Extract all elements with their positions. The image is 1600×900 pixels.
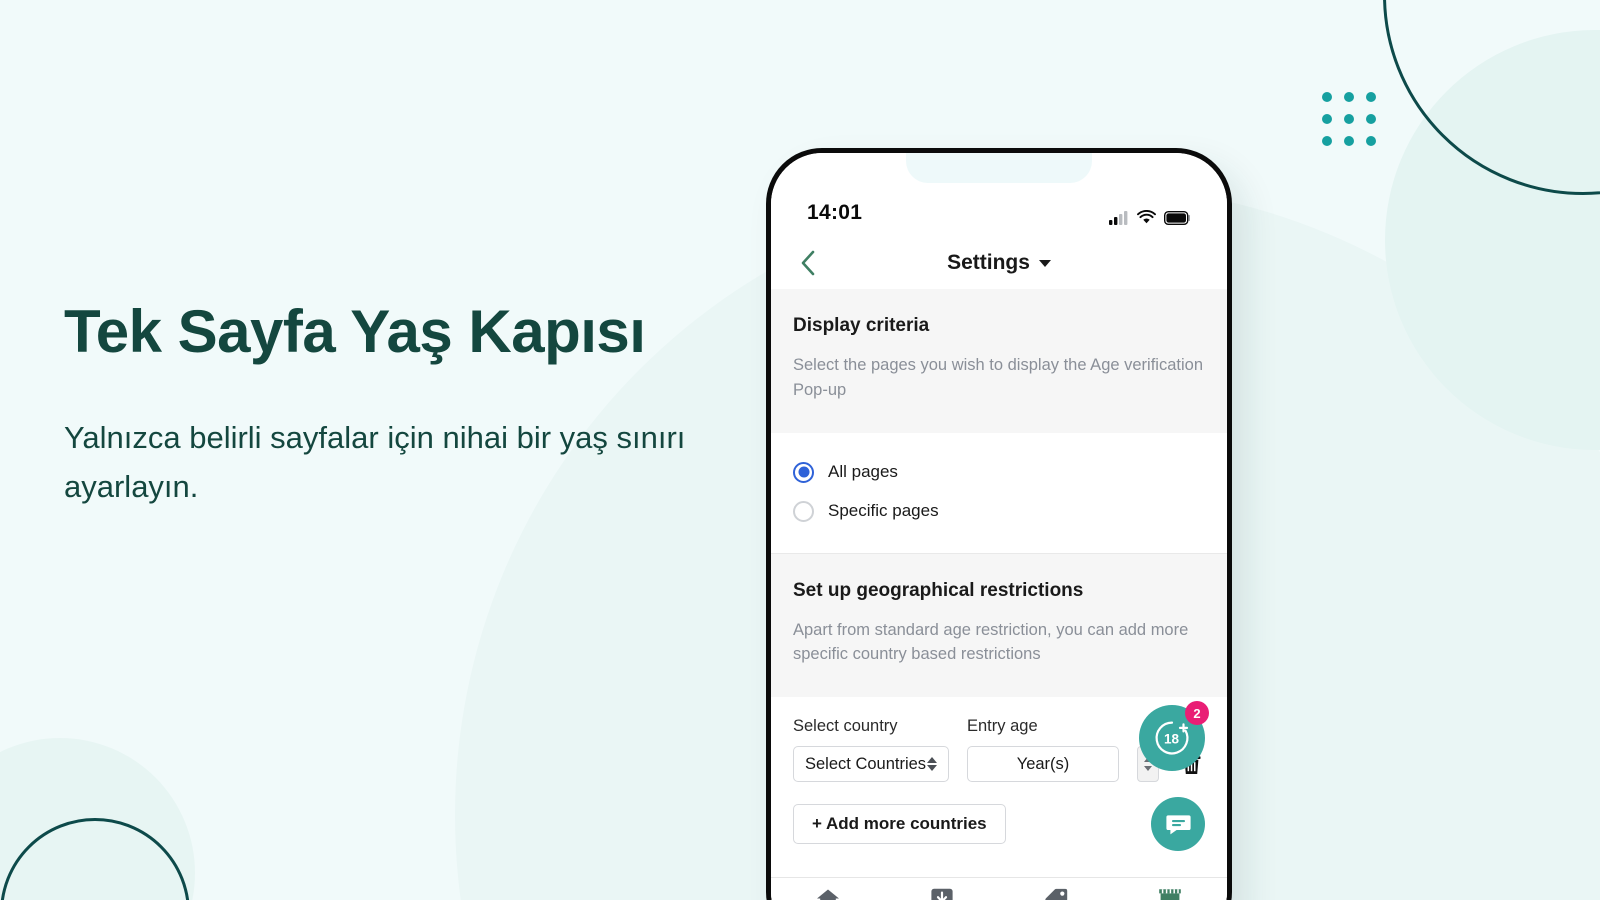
home-icon bbox=[817, 889, 839, 900]
display-criteria-section: Display criteria Select the pages you wi… bbox=[771, 289, 1227, 433]
country-select[interactable]: Select Countries bbox=[793, 746, 949, 782]
grid-dot-icon bbox=[1366, 114, 1376, 124]
geo-restrictions-title: Set up geographical restrictions bbox=[793, 579, 1084, 601]
select-country-label: Select country bbox=[793, 717, 898, 735]
storefront-icon bbox=[1159, 889, 1181, 900]
entry-age-field: Entry age Year(s) bbox=[967, 717, 1119, 782]
display-criteria-radio-group: All pages Specific pages bbox=[771, 432, 1227, 553]
select-updown-icon bbox=[927, 757, 937, 771]
add-more-countries-button[interactable]: + Add more countries bbox=[793, 804, 1006, 844]
grid-dot-icon bbox=[1322, 114, 1332, 124]
nav-item-home[interactable]: Home bbox=[771, 887, 885, 900]
radio-label-specific-pages: Specific pages bbox=[828, 501, 939, 520]
hero-subtitle: Yalnızca belirli sayfalar için nihai bir… bbox=[64, 420, 686, 505]
status-bar-time: 14:01 bbox=[807, 201, 863, 224]
grid-dot-icon bbox=[1322, 92, 1332, 102]
geo-restrictions-description: Apart from standard age restriction, you… bbox=[793, 620, 1189, 664]
select-country-field: Select country Select Countries bbox=[793, 717, 949, 782]
bottom-left-outline-circle-decoration bbox=[0, 818, 190, 900]
radio-button-unselected-icon[interactable] bbox=[793, 500, 814, 522]
radio-option-specific-pages[interactable]: Specific pages bbox=[793, 492, 1205, 531]
svg-text:18: 18 bbox=[1164, 732, 1180, 747]
top-right-outline-circle-decoration bbox=[1383, 0, 1600, 195]
nav-item-products[interactable]: Products bbox=[999, 887, 1113, 900]
top-right-filled-circle-decoration bbox=[1385, 30, 1600, 450]
app-header: Settings bbox=[771, 237, 1227, 289]
chat-bubble-icon bbox=[1165, 814, 1191, 834]
grid-dot-icon bbox=[1344, 92, 1354, 102]
chevron-left-icon bbox=[801, 250, 815, 276]
entry-age-label: Entry age bbox=[967, 717, 1038, 735]
nav-item-orders[interactable]: Orders bbox=[885, 887, 999, 900]
page-title: Settings bbox=[947, 251, 1030, 274]
geo-restrictions-section: Set up geographical restrictions Apart f… bbox=[771, 553, 1227, 697]
grid-dot-icon bbox=[1322, 136, 1332, 146]
caret-down-icon bbox=[927, 765, 937, 771]
caret-up-icon bbox=[927, 757, 937, 763]
display-criteria-title: Display criteria bbox=[793, 315, 930, 336]
tag-icon bbox=[1045, 888, 1068, 900]
inbox-download-icon bbox=[931, 888, 953, 900]
nav-item-store[interactable]: Store bbox=[1113, 887, 1227, 900]
status-bar-icons bbox=[1109, 210, 1191, 225]
bottom-left-filled-circle-decoration bbox=[0, 738, 195, 900]
caret-down-icon[interactable] bbox=[1038, 259, 1051, 267]
bottom-navigation: Home Orders Products bbox=[771, 877, 1227, 900]
age-verification-fab[interactable]: 18 2 bbox=[1139, 701, 1209, 771]
phone-mockup: 14:01 Settings Display criteria Select t… bbox=[766, 148, 1232, 900]
entry-age-value: Year(s) bbox=[1016, 754, 1070, 773]
dot-grid-decoration bbox=[1322, 92, 1376, 146]
display-criteria-description: Select the pages you wish to display the… bbox=[793, 356, 1203, 399]
entry-age-input[interactable]: Year(s) bbox=[967, 746, 1119, 782]
hero-copy: Tek Sayfa Yaş Kapısı Yalnızca belirli sa… bbox=[64, 295, 764, 512]
phone-screen: 14:01 Settings Display criteria Select t… bbox=[771, 153, 1227, 900]
radio-label-all-pages: All pages bbox=[828, 462, 898, 481]
grid-dot-icon bbox=[1366, 92, 1376, 102]
app-title-group: Settings bbox=[771, 251, 1227, 275]
wifi-icon bbox=[1137, 210, 1156, 224]
grid-dot-icon bbox=[1366, 136, 1376, 146]
cellular-signal-icon bbox=[1109, 211, 1128, 225]
18-plus-icon: 18 bbox=[1155, 721, 1189, 755]
radio-option-all-pages[interactable]: All pages bbox=[793, 453, 1205, 492]
battery-icon bbox=[1164, 210, 1190, 225]
grid-dot-icon bbox=[1344, 136, 1354, 146]
hero-title: Tek Sayfa Yaş Kapısı bbox=[64, 298, 646, 365]
back-button[interactable] bbox=[793, 248, 823, 278]
chat-fab[interactable] bbox=[1151, 797, 1205, 851]
age-fab-badge: 2 bbox=[1185, 701, 1209, 725]
grid-dot-icon bbox=[1344, 114, 1354, 124]
country-select-value: Select Countries bbox=[805, 754, 927, 773]
stepper-down-icon[interactable] bbox=[1144, 766, 1152, 771]
radio-button-selected-icon[interactable] bbox=[793, 461, 814, 483]
phone-notch bbox=[906, 153, 1092, 183]
